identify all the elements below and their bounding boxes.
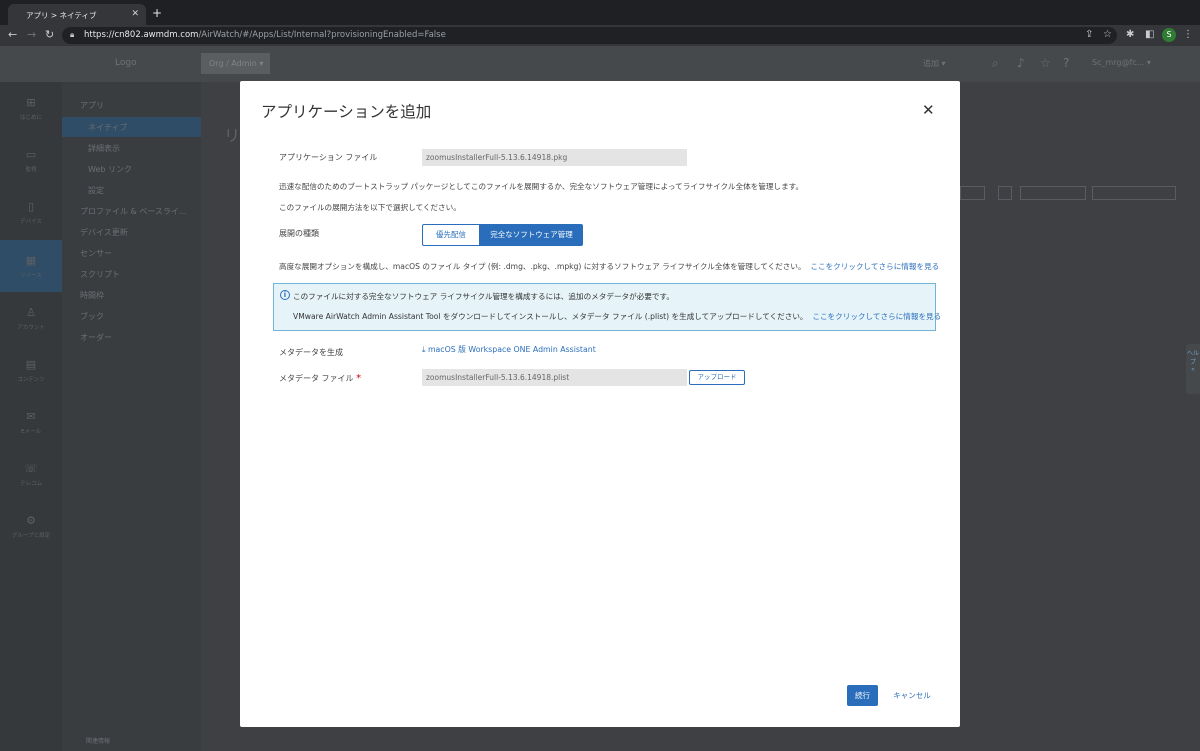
subnav-item-device-updates[interactable]: デバイス更新 <box>80 227 128 238</box>
app-logo: Logo <box>115 58 137 68</box>
back-icon[interactable]: ← <box>8 28 17 41</box>
deploy-instruction-text: このファイルの展開方法を以下で選択してください。 <box>279 203 461 212</box>
info-message: このファイルに対する完全なソフトウェア ライフサイクル管理を構成するには、追加の… <box>293 292 674 301</box>
add-application-modal: アプリケーションを追加 ✕ アプリケーション ファイル zoomusInstal… <box>240 81 960 727</box>
deploy-type-label: 展開の種類 <box>279 229 319 238</box>
metadata-file-field: zoomusInstallerFull-5.13.6.14918.plist <box>422 369 687 386</box>
refresh-button[interactable] <box>998 186 1012 200</box>
rail-item-email[interactable]: ✉ Eメール <box>0 396 62 448</box>
advanced-info-link[interactable]: ここをクリックしてさらに情報を見る <box>810 262 939 271</box>
layout-dropdown[interactable] <box>1020 186 1086 200</box>
app-file-label: アプリケーション ファイル <box>279 153 378 162</box>
app-header: Logo Org / Admin ▾ 追加 ▾ ⌕ ♪ ☆ ? Sc_mrg@f… <box>0 46 1200 82</box>
tab-close-icon[interactable]: ✕ <box>131 9 139 19</box>
apps-icon: ▦ <box>25 254 37 267</box>
rail-item-accounts[interactable]: ♙ アカウント <box>0 292 62 344</box>
browser-toolbar: ← → ↻ 🔒︎ https://cn802.awmdm.com/AirWatc… <box>0 25 1200 46</box>
rail-item-groups-settings[interactable]: ⚙ グループと設定 <box>0 500 62 552</box>
profile-avatar[interactable]: S <box>1162 28 1176 42</box>
extensions-icon[interactable]: ✱ <box>1126 29 1134 40</box>
browser-tab-bar: アプリ > ネイティブ ✕ + <box>0 0 1200 25</box>
browser-tab[interactable]: アプリ > ネイティブ ✕ <box>8 4 146 25</box>
search-icon[interactable]: ⌕ <box>992 56 999 71</box>
document-icon: ▤ <box>25 358 37 371</box>
advanced-options-text: 高度な展開オプションを構成し、macOS のファイル タイプ (例: .dmg、… <box>279 262 940 271</box>
subnav-item-sensors[interactable]: センサー <box>80 248 112 259</box>
info-instruction: VMware AirWatch Admin Assistant Tool をダウ… <box>293 312 942 321</box>
required-mark: * <box>356 373 362 384</box>
subnav-item-detail[interactable]: 詳細表示 <box>88 143 120 154</box>
rail-item-content[interactable]: ▤ コンテンツ <box>0 344 62 396</box>
reload-icon[interactable]: ↻ <box>45 28 54 41</box>
url-host: https://cn802.awmdm.com <box>84 30 199 40</box>
rail-item-devices[interactable]: ▯ デバイス <box>0 186 62 238</box>
user-menu[interactable]: Sc_mrg@fc... ▾ <box>1092 58 1151 67</box>
person-icon: ♙ <box>26 306 36 319</box>
subnav-item-orders[interactable]: オーダー <box>80 332 112 343</box>
description-text: 迅速な配信のためのブートストラップ パッケージとしてこのファイルを展開するか、完… <box>279 182 804 191</box>
metadata-file-label: メタデータ ファイル * <box>279 373 362 384</box>
info-more-link[interactable]: ここをクリックしてさらに情報を見る <box>812 312 941 321</box>
page-title: リ <box>224 126 241 145</box>
url-path: /AirWatch/#/Apps/List/Internal?provision… <box>198 30 446 40</box>
generate-metadata-label: メタデータを生成 <box>279 348 343 357</box>
share-icon[interactable]: ⇪ <box>1085 29 1093 40</box>
org-selector[interactable]: Org / Admin ▾ <box>201 53 270 74</box>
subnav-item-profiles[interactable]: プロファイル & ベースライ... <box>80 206 187 217</box>
download-admin-assistant-link[interactable]: ⤓ macOS 版 Workspace ONE Admin Assistant <box>422 344 596 355</box>
sidepanel-icon[interactable]: ◧ <box>1145 29 1154 40</box>
subnav-item-settings[interactable]: 設定 <box>88 185 104 196</box>
mail-icon: ✉ <box>26 410 36 423</box>
phone-icon: ☏ <box>24 462 38 475</box>
full-software-management-button[interactable]: 完全なソフトウェア管理 <box>480 224 583 246</box>
rail-item-getting-started[interactable]: ⊞ はじめに <box>0 82 62 134</box>
download-icon: ⤓ <box>422 345 426 354</box>
subnav-section-apps[interactable]: アプリ <box>80 100 104 111</box>
notifications-icon[interactable]: ♪ <box>1017 56 1025 70</box>
app-file-field: zoomusInstallerFull-5.13.6.14918.pkg <box>422 149 687 166</box>
gear-icon: ⚙ <box>26 514 36 527</box>
cancel-button[interactable]: キャンセル <box>892 685 932 706</box>
help-side-tab[interactable]: ヘルプ « <box>1186 344 1200 394</box>
add-menu[interactable]: 追加 ▾ <box>923 58 946 69</box>
monitor-icon: ▭ <box>25 148 37 161</box>
info-alert: i このファイルに対する完全なソフトウェア ライフサイクル管理を構成するには、追… <box>273 283 941 331</box>
tab-title: アプリ > ネイティブ <box>26 11 97 20</box>
rail-item-telecom[interactable]: ☏ テレコム <box>0 448 62 500</box>
bookmark-star-icon[interactable]: ☆ <box>1103 29 1112 40</box>
close-icon[interactable]: ✕ <box>922 101 935 119</box>
lock-icon: 🔒︎ <box>70 30 75 39</box>
rail-item-monitor[interactable]: ▭ 監視 <box>0 134 62 186</box>
main-nav-rail: ⊞ はじめに ▭ 監視 ▯ デバイス ▦ リソース ♙ アカウント ▤ コンテンツ ✉ Eメー… <box>0 82 62 751</box>
help-icon[interactable]: ? <box>1063 56 1069 70</box>
subnav-item-time-windows[interactable]: 時間枠 <box>80 290 104 301</box>
subnav-item-books[interactable]: ブック <box>80 311 104 322</box>
subnav-active-highlight <box>62 117 201 137</box>
filter-dropdown[interactable] <box>960 186 985 200</box>
grid-icon: ⊞ <box>26 96 36 109</box>
deploy-type-toggle: 優先配信 完全なソフトウェア管理 <box>422 224 583 246</box>
priority-delivery-button[interactable]: 優先配信 <box>422 224 480 246</box>
info-icon: i <box>280 290 290 300</box>
subnav-item-weblinks[interactable]: Web リンク <box>88 164 132 175</box>
rail-item-resources[interactable]: ▦ リソース <box>0 240 62 292</box>
subnav-item-native[interactable]: ネイティブ <box>88 122 127 133</box>
list-search-input[interactable] <box>1092 186 1176 200</box>
new-tab-button[interactable]: + <box>152 6 162 20</box>
forward-icon[interactable]: → <box>27 28 36 41</box>
address-bar[interactable]: 🔒︎ https://cn802.awmdm.com/AirWatch/#/Ap… <box>62 27 1117 44</box>
subnav-item-scripts[interactable]: スクリプト <box>80 269 120 280</box>
browser-menu-icon[interactable]: ⋮ <box>1183 29 1193 40</box>
favorite-star-icon[interactable]: ☆ <box>1040 56 1051 70</box>
upload-button[interactable]: アップロード <box>689 370 745 385</box>
modal-title: アプリケーションを追加 <box>261 103 432 121</box>
subnav-footer[interactable]: 関連情報 <box>86 736 110 745</box>
device-icon: ▯ <box>27 200 35 213</box>
continue-button[interactable]: 続行 <box>847 685 878 706</box>
sub-nav: アプリ ネイティブ 詳細表示 Web リンク 設定 プロファイル & ベースライ… <box>62 82 201 751</box>
